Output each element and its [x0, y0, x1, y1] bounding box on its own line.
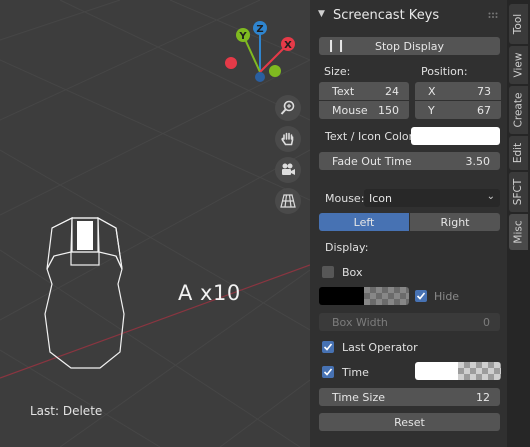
- reset-label: Reset: [394, 415, 425, 429]
- pause-icon: ❙❙: [326, 38, 347, 52]
- last-operator-checkbox[interactable]: [322, 341, 334, 353]
- gizmo-y-label: Y: [238, 31, 247, 42]
- gizmo-neg-y[interactable]: [269, 65, 281, 77]
- sidebar-tabs: Tool View Create Edit SFCT Misc: [507, 0, 530, 447]
- gizmo-z-label: Z: [256, 24, 263, 35]
- mouse-icon: [44, 216, 125, 369]
- box-alpha-swatch[interactable]: [364, 287, 409, 305]
- chevron-down-icon: ⌄: [486, 191, 495, 202]
- position-y-value: 67: [477, 103, 491, 117]
- tab-sfct-label: SFCT: [512, 178, 525, 206]
- zoom-icon[interactable]: [275, 95, 301, 121]
- mouse-mode-label: Mouse:: [325, 192, 365, 205]
- time-label: Time: [342, 366, 369, 379]
- mouse-right-toggle[interactable]: Right: [410, 213, 500, 231]
- panel-header[interactable]: ▼ Screencast Keys: [310, 0, 507, 32]
- box-color-swatch[interactable]: [319, 287, 364, 305]
- collapse-chevron-icon[interactable]: ▼: [318, 9, 325, 19]
- box-width-value: 0: [483, 315, 490, 329]
- text-size-field[interactable]: Text 24: [319, 82, 409, 100]
- tab-edit[interactable]: Edit: [509, 136, 528, 170]
- navigation-gizmo[interactable]: Z Y X: [222, 18, 302, 90]
- mouse-size-label: Mouse: [332, 103, 368, 117]
- hide-checkbox[interactable]: [415, 290, 427, 302]
- fade-out-time-value: 3.50: [465, 154, 491, 168]
- tab-edit-label: Edit: [512, 142, 525, 164]
- time-checkbox[interactable]: [322, 366, 334, 378]
- time-size-label: Time Size: [332, 390, 385, 404]
- reset-button[interactable]: Reset: [319, 413, 500, 431]
- fade-out-time-label: Fade Out Time: [332, 154, 412, 168]
- mouse-left-toggle[interactable]: Left: [319, 213, 409, 231]
- tab-tool[interactable]: Tool: [509, 4, 528, 44]
- text-size-value: 24: [385, 84, 399, 98]
- position-y-field[interactable]: Y 67: [415, 101, 501, 119]
- time-size-value: 12: [476, 390, 490, 404]
- tab-view-label: View: [512, 52, 525, 78]
- text-size-label: Text: [332, 84, 355, 98]
- pan-hand-icon[interactable]: [275, 126, 301, 152]
- text-icon-color-label: Text / Icon Color:: [325, 130, 417, 143]
- gizmo-neg-x[interactable]: [225, 57, 237, 69]
- mouse-left-highlight: [77, 221, 93, 250]
- 3d-viewport[interactable]: Z Y X A x10 Last: Delete: [0, 0, 310, 447]
- mouse-mode-dropdown[interactable]: Icon ⌄: [364, 189, 500, 207]
- screencast-keys-panel: ▼ Screencast Keys ❙❙ Stop Display Size: …: [310, 0, 507, 447]
- position-x-value: 73: [477, 84, 491, 98]
- box-label: Box: [342, 266, 363, 279]
- position-x-field[interactable]: X 73: [415, 82, 501, 100]
- panel-title: Screencast Keys: [333, 8, 440, 23]
- position-y-label: Y: [428, 103, 435, 117]
- tab-misc-label: Misc: [512, 220, 525, 244]
- tab-view[interactable]: View: [509, 46, 528, 84]
- tab-tool-label: Tool: [512, 13, 525, 35]
- last-operator-overlay: Last: Delete: [30, 404, 103, 418]
- size-label: Size:: [324, 65, 351, 78]
- mouse-mode-value: Icon: [369, 191, 392, 205]
- left-toggle-label: Left: [353, 215, 375, 229]
- gizmo-neg-z[interactable]: [255, 72, 265, 82]
- screencast-keys-overlay: A x10: [178, 281, 241, 305]
- time-color-swatch[interactable]: [415, 362, 458, 380]
- right-toggle-label: Right: [440, 215, 470, 229]
- mouse-size-value: 150: [378, 103, 399, 117]
- drag-handle-icon[interactable]: [488, 12, 500, 20]
- tab-misc[interactable]: Misc: [509, 214, 528, 250]
- grid-perspective-icon[interactable]: [275, 188, 301, 214]
- stop-display-label: Stop Display: [374, 39, 445, 53]
- tab-sfct[interactable]: SFCT: [509, 172, 528, 212]
- position-label: Position:: [421, 65, 468, 78]
- camera-icon[interactable]: [275, 157, 301, 183]
- box-width-label: Box Width: [332, 315, 388, 329]
- text-icon-color-swatch[interactable]: [411, 127, 500, 145]
- fade-out-time-field[interactable]: Fade Out Time 3.50: [319, 152, 500, 170]
- box-width-field[interactable]: Box Width 0: [319, 313, 500, 331]
- stop-display-button[interactable]: ❙❙ Stop Display: [319, 37, 500, 55]
- display-label: Display:: [325, 241, 369, 254]
- time-size-field[interactable]: Time Size 12: [319, 388, 500, 406]
- time-alpha-swatch[interactable]: [458, 362, 501, 380]
- tab-create-label: Create: [512, 92, 525, 128]
- box-checkbox[interactable]: [322, 266, 334, 278]
- last-operator-label: Last Operator: [342, 341, 418, 354]
- mouse-size-field[interactable]: Mouse 150: [319, 101, 409, 119]
- gizmo-x-label: X: [284, 40, 292, 51]
- position-x-label: X: [428, 84, 436, 98]
- tab-create[interactable]: Create: [509, 86, 528, 134]
- hide-label: Hide: [434, 290, 460, 303]
